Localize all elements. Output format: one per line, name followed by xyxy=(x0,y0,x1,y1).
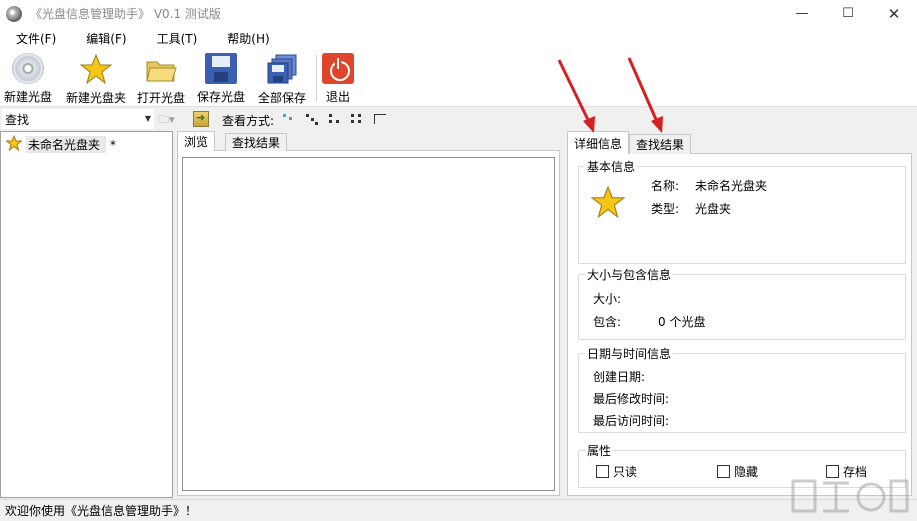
save-disc-label: 保存光盘 xyxy=(197,90,246,104)
maximize-button[interactable]: ☐ xyxy=(825,0,871,27)
name-value: 未命名光盘夹 xyxy=(695,179,768,193)
new-folder-button[interactable]: 新建光盘夹 xyxy=(66,51,126,105)
new-disc-button[interactable]: 新建光盘 xyxy=(4,51,52,105)
view-mode-label: 查看方式: xyxy=(222,114,275,128)
open-disc-label: 打开光盘 xyxy=(137,91,186,105)
power-exit-icon xyxy=(322,53,354,84)
tab-browse-label: 浏览 xyxy=(184,135,209,149)
tab-details-label: 详细信息 xyxy=(574,136,623,151)
search-combo[interactable]: 查找 ▼ xyxy=(2,109,154,129)
star-icon xyxy=(80,53,112,85)
date-info-title: 日期与时间信息 xyxy=(585,345,674,362)
title-bar: 《光盘信息管理助手》 V0.1 测试版 — ☐ ✕ xyxy=(0,0,917,27)
tree-item-label: 未命名光盘夹 xyxy=(26,136,107,153)
type-label: 类型: xyxy=(651,202,680,216)
attributes-title: 属性 xyxy=(585,442,614,459)
folder-tree[interactable]: 未命名光盘夹 * xyxy=(0,131,173,498)
status-bar: 欢迎你使用《光盘信息管理助手》！ xyxy=(0,499,917,521)
menu-edit[interactable]: 编辑(F) xyxy=(78,30,134,47)
date-info-group: 日期与时间信息 创建日期: 最后修改时间: 最后访问时间: xyxy=(578,345,906,433)
disc-icon xyxy=(12,53,44,84)
type-value: 光盘夹 xyxy=(695,202,732,216)
menu-tools[interactable]: 工具(T) xyxy=(149,30,206,47)
tab-search-results-right-label: 查找结果 xyxy=(636,138,685,152)
save-all-button[interactable]: 全部保存 xyxy=(258,51,306,105)
status-text: 欢迎你使用《光盘信息管理助手》！ xyxy=(5,504,198,518)
browse-pane: 浏览 查找结果 xyxy=(175,131,562,498)
basic-info-title: 基本信息 xyxy=(585,158,638,175)
contains-label: 包含: xyxy=(593,315,622,329)
minimize-button[interactable]: — xyxy=(779,0,825,27)
view-small-icons-icon[interactable] xyxy=(305,113,319,125)
tab-details[interactable]: 详细信息 xyxy=(567,131,630,154)
hidden-label: 隐藏 xyxy=(734,465,759,479)
hidden-box[interactable] xyxy=(717,465,730,478)
go-folder-icon[interactable] xyxy=(193,111,209,127)
save-disc-button[interactable]: 保存光盘 xyxy=(197,51,245,105)
tab-browse[interactable]: 浏览 xyxy=(177,131,216,151)
readonly-box[interactable] xyxy=(596,465,609,478)
modified-mark: * xyxy=(110,137,117,152)
app-disc-icon[interactable] xyxy=(6,5,22,22)
dropdown-arrow-icon[interactable]: ▼ xyxy=(145,114,151,123)
hidden-checkbox[interactable]: 隐藏 xyxy=(717,463,758,480)
close-button[interactable]: ✕ xyxy=(871,0,917,27)
readonly-checkbox[interactable]: 只读 xyxy=(596,463,637,480)
name-label: 名称: xyxy=(651,179,680,193)
new-disc-label: 新建光盘 xyxy=(4,90,53,104)
folder-dropdown-icon[interactable]: 🗀▾ xyxy=(158,111,175,130)
new-folder-label: 新建光盘夹 xyxy=(66,91,127,105)
basic-info-group: 基本信息 名称: 未命名光盘夹 类型: 光盘夹 xyxy=(578,158,906,264)
view-list-icon[interactable] xyxy=(328,113,342,125)
view-details-icon[interactable] xyxy=(350,113,364,125)
toolbar-separator xyxy=(316,55,317,101)
open-disc-button[interactable]: 打开光盘 xyxy=(137,51,185,105)
star-folder-icon xyxy=(5,134,23,154)
accessed-label: 最后访问时间: xyxy=(593,414,670,428)
exit-button[interactable]: 退出 xyxy=(322,51,354,105)
exit-label: 退出 xyxy=(325,90,350,104)
tab-search-results-right[interactable]: 查找结果 xyxy=(629,134,692,154)
watermark-logo xyxy=(791,475,911,519)
folder-open-icon xyxy=(145,53,177,85)
window-title: 《光盘信息管理助手》 V0.1 测试版 xyxy=(30,7,221,21)
readonly-label: 只读 xyxy=(613,465,638,479)
details-panel: 基本信息 名称: 未命名光盘夹 类型: 光盘夹 大小与包含信息 大小: 包含: … xyxy=(567,153,912,496)
view-thumbnail-icon[interactable] xyxy=(373,113,387,125)
browse-panel xyxy=(177,150,560,496)
toolbar: 新建光盘 新建光盘夹 打开光盘 保存光盘 全部保存 退出 xyxy=(0,49,917,107)
save-all-icon xyxy=(266,53,298,85)
menu-help[interactable]: 帮助(H) xyxy=(219,30,277,47)
tab-search-results-mid-label: 查找结果 xyxy=(232,136,281,150)
size-info-title: 大小与包含信息 xyxy=(585,266,674,283)
created-label: 创建日期: xyxy=(593,370,646,384)
view-large-icons-icon[interactable] xyxy=(282,113,296,125)
size-info-group: 大小与包含信息 大小: 包含: 0 个光盘 xyxy=(578,266,906,340)
tree-item-folder[interactable]: 未命名光盘夹 * xyxy=(5,134,117,154)
modified-label: 最后修改时间: xyxy=(593,392,670,406)
search-input[interactable]: 查找 xyxy=(5,111,29,128)
item-star-icon xyxy=(590,185,626,222)
browse-list[interactable] xyxy=(182,157,555,491)
floppy-save-icon xyxy=(205,53,237,84)
search-bar: 查找 ▼ 🗀▾ 查看方式: xyxy=(0,108,917,130)
details-pane: 基本信息 名称: 未命名光盘夹 类型: 光盘夹 大小与包含信息 大小: 包含: … xyxy=(565,131,917,498)
tab-search-results-mid[interactable]: 查找结果 xyxy=(225,133,288,151)
save-all-label: 全部保存 xyxy=(258,91,307,105)
menu-file[interactable]: 文件(F) xyxy=(8,30,64,47)
size-label: 大小: xyxy=(593,292,622,306)
menu-bar: 文件(F) 编辑(F) 工具(T) 帮助(H) xyxy=(0,27,917,49)
contains-value: 0 个光盘 xyxy=(658,315,706,329)
